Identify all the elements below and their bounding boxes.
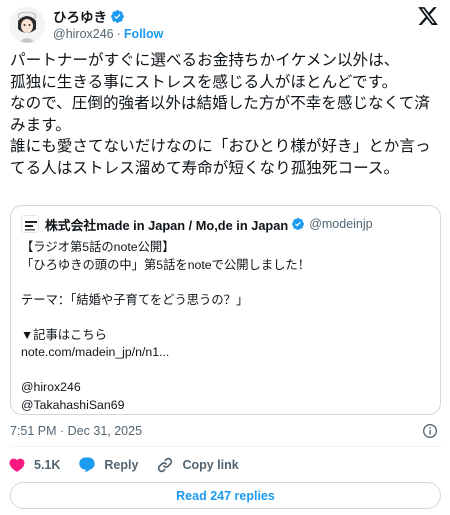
verified-badge-icon <box>292 218 305 230</box>
action-bar: 5.1K Reply Copy link <box>8 455 257 475</box>
read-replies-button[interactable]: Read 247 replies <box>10 482 441 509</box>
reply-bubble-icon <box>79 457 96 473</box>
copy-link-label: Copy link <box>182 458 239 472</box>
info-icon[interactable] <box>422 423 438 439</box>
x-logo-icon[interactable] <box>417 5 439 27</box>
heart-icon <box>9 458 25 472</box>
quoted-author-handle: @modeinjp <box>309 217 373 231</box>
copy-link-button[interactable]: Copy link <box>156 456 239 474</box>
quoted-tweet[interactable]: 株式会社made in Japan / Mo,de in Japan @mode… <box>10 205 441 415</box>
separator-dot: · <box>116 27 121 41</box>
tweet-text: パートナーがすぐに選べるお金持ちかイケメン以外は、 孤独に生きる事にストレスを感… <box>10 52 431 177</box>
like-count: 5.1K <box>34 458 61 472</box>
read-replies-label: Read 247 replies <box>176 488 275 503</box>
follow-button[interactable]: Follow <box>124 27 164 41</box>
reply-button[interactable]: Reply <box>78 456 138 474</box>
author-name[interactable]: ひろゆき <box>53 6 107 26</box>
tweet-header: ひろゆき @hirox246 · Follow <box>9 5 441 43</box>
divider <box>10 446 441 447</box>
quoted-tweet-text: 【ラジオ第5話のnote公開】 「ひろゆきの頭の中」第5話をnoteで公開しまし… <box>21 240 311 412</box>
author-handle[interactable]: @hirox246 <box>53 27 114 41</box>
reply-label: Reply <box>104 458 139 472</box>
like-button[interactable]: 5.1K <box>8 456 60 474</box>
quoted-avatar <box>21 215 39 233</box>
tweet-timestamp[interactable]: 7:51 PM · Dec 31, 2025 <box>10 424 142 438</box>
tweet-embed: ひろゆき @hirox246 · Follow パートナーがすぐに選べるお金持ち… <box>0 0 450 515</box>
avatar[interactable] <box>9 7 45 43</box>
link-icon <box>158 457 173 473</box>
quoted-author-name: 株式会社made in Japan / Mo,de in Japan <box>45 217 289 233</box>
verified-badge-icon <box>111 9 124 23</box>
